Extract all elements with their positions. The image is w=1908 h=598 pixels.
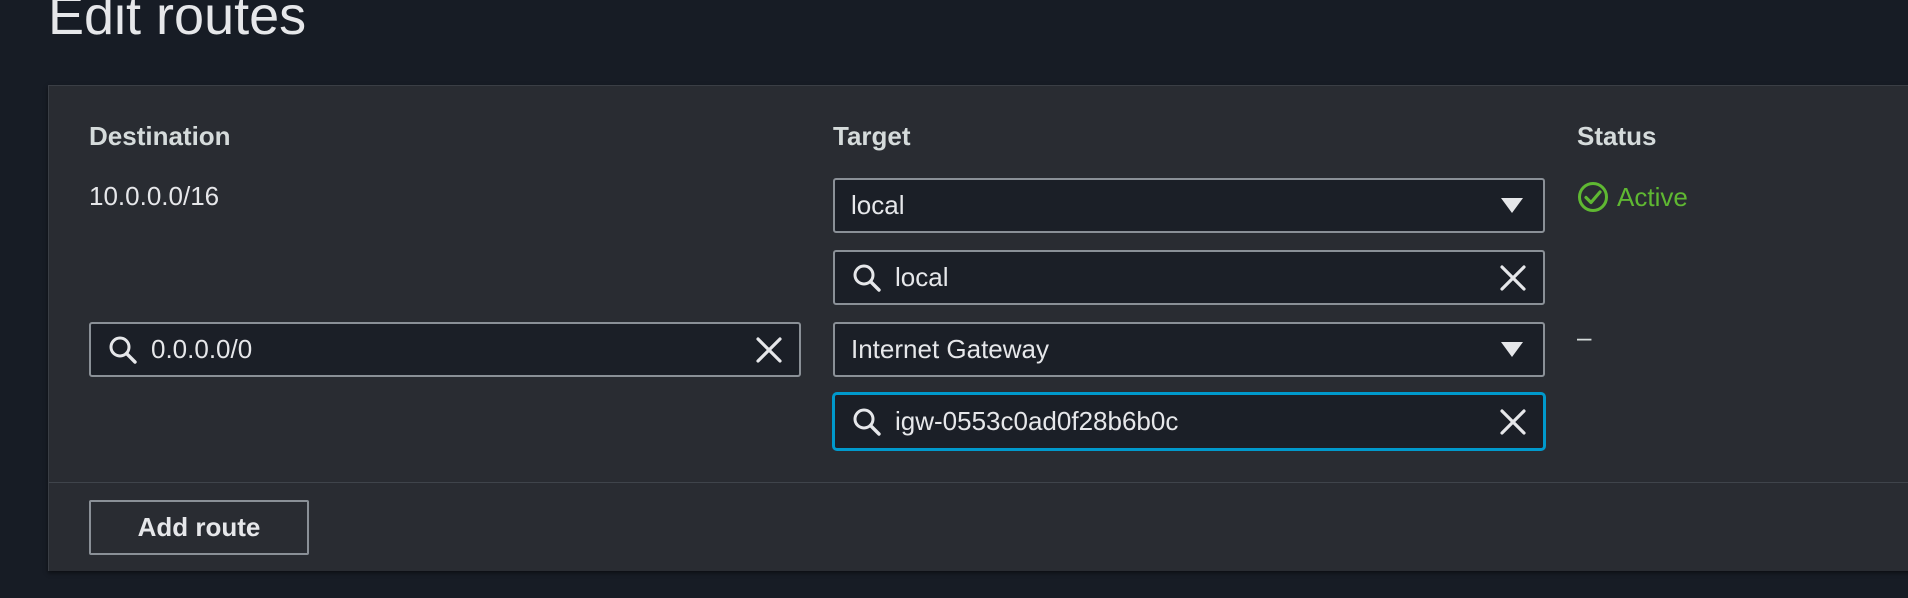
route-1-target-search-input[interactable]: local (833, 250, 1545, 305)
route-1-status: Active (1577, 181, 1688, 213)
route-2-target-type-select[interactable]: Internet Gateway (833, 322, 1545, 377)
page-title: Edit routes (48, 0, 307, 46)
routes-panel: Destination Target Status 10.0.0.0/16 lo… (48, 85, 1908, 571)
search-icon (107, 334, 139, 366)
edit-routes-page: Edit routes Destination Target Status 10… (0, 0, 1908, 598)
route-2-target-type-value: Internet Gateway (851, 334, 1049, 364)
route-1-status-text: Active (1617, 181, 1688, 212)
caret-down-icon (1499, 337, 1525, 363)
status-column-header: Status (1577, 121, 1657, 151)
target-column-header: Target (833, 121, 911, 151)
route-1-destination: 10.0.0.0/16 (89, 181, 220, 211)
search-icon (851, 262, 883, 294)
route-1-target-type-select[interactable]: local (833, 178, 1545, 233)
footer-divider (49, 482, 1908, 483)
caret-down-icon (1499, 193, 1525, 219)
check-circle-icon (1577, 181, 1609, 213)
add-route-button[interactable]: Add route (89, 500, 309, 555)
route-1-target-type-value: local (851, 190, 905, 220)
route-2-destination-input[interactable]: 0.0.0.0/0 (89, 322, 801, 377)
route-2-destination-value: 0.0.0.0/0 (151, 334, 253, 364)
clear-icon[interactable] (1497, 262, 1529, 294)
clear-icon[interactable] (753, 334, 785, 366)
route-2-target-search-input[interactable]: igw-0553c0ad0f28b6b0c (832, 392, 1546, 451)
route-1-target-search-value: local (895, 262, 949, 292)
clear-icon[interactable] (1497, 406, 1529, 438)
search-icon (851, 406, 883, 438)
destination-column-header: Destination (89, 121, 231, 151)
route-2-target-search-value: igw-0553c0ad0f28b6b0c (895, 406, 1179, 436)
route-2-status: – (1577, 322, 1592, 352)
